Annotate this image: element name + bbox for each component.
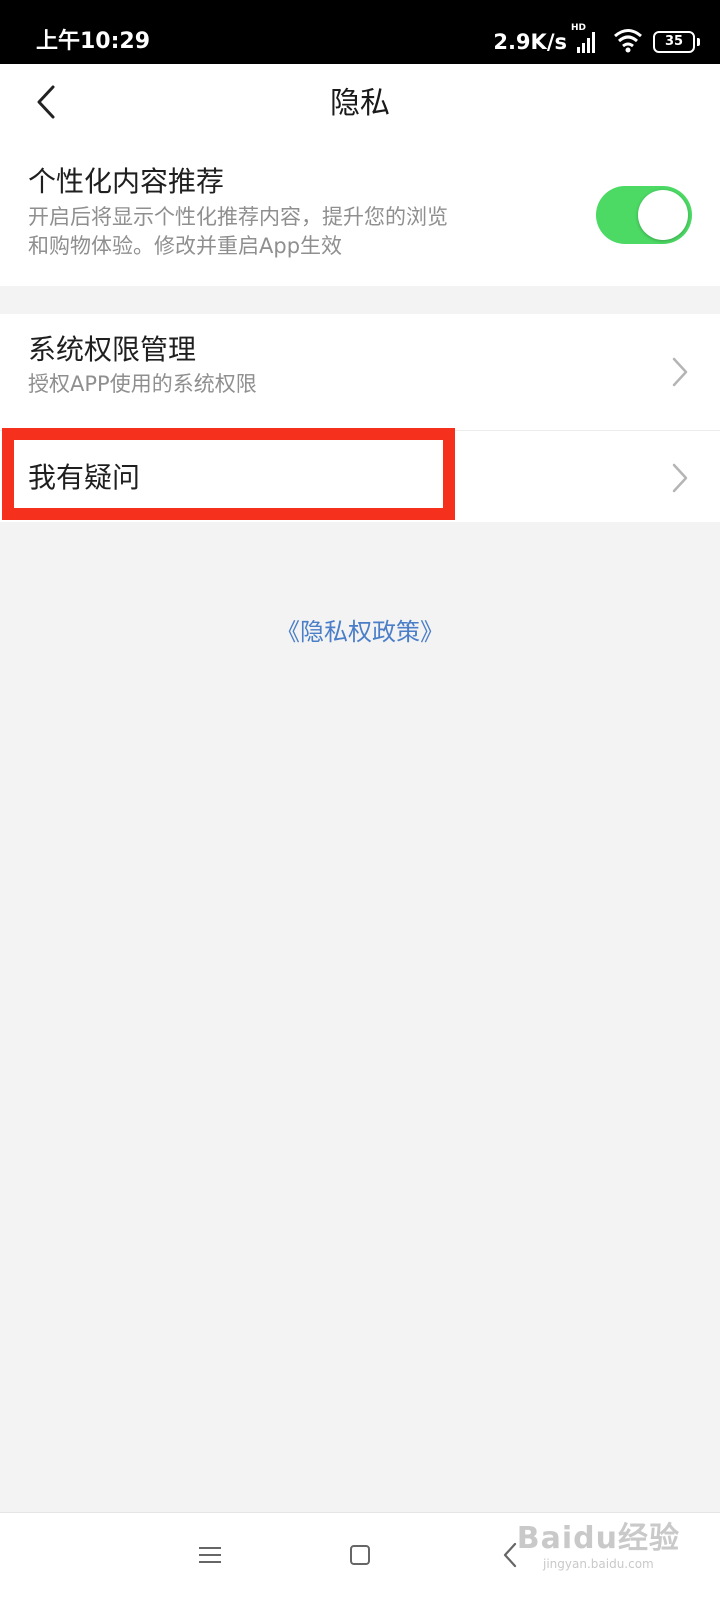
- personalization-description-line1: 开启后将显示个性化推荐内容，提升您的浏览: [28, 205, 448, 229]
- privacy-policy-link[interactable]: 《隐私权政策》: [0, 614, 720, 650]
- menu-icon: [197, 1544, 223, 1570]
- list-item-subtitle: 授权APP使用的系统权限: [28, 372, 257, 396]
- chevron-right-icon: [670, 462, 690, 494]
- personalization-description-line2: 和购物体验。修改并重启App生效: [28, 234, 343, 258]
- page-title: 隐私: [330, 86, 390, 121]
- personalization-toggle[interactable]: [596, 186, 692, 244]
- list-item-title: 系统权限管理: [28, 333, 197, 366]
- home-button[interactable]: [340, 1537, 380, 1577]
- status-time: 上午10:29: [36, 29, 151, 54]
- header: 隐私: [0, 64, 720, 144]
- watermark-logo: Baidu经验: [516, 1521, 680, 1556]
- home-icon: [348, 1543, 372, 1571]
- wifi-icon: [613, 27, 643, 57]
- personalization-title: 个性化内容推荐: [28, 165, 225, 198]
- menu-button[interactable]: [190, 1537, 230, 1577]
- status-bar: 上午10:29 2.9K/s HD 35: [0, 0, 720, 64]
- battery-tip: [697, 38, 700, 46]
- hd-label: HD: [571, 23, 587, 33]
- highlight-annotation: [2, 428, 455, 520]
- navigation-bar: Baidu经验 jingyan.baidu.com: [0, 1512, 720, 1601]
- list-item-system-permissions[interactable]: 系统权限管理 授权APP使用的系统权限: [0, 314, 720, 430]
- network-speed: 2.9K/s: [493, 30, 567, 54]
- signal-icon: HD: [571, 23, 601, 57]
- toggle-knob: [638, 190, 688, 240]
- battery-icon: 35: [653, 31, 695, 53]
- back-icon: [502, 1542, 518, 1572]
- status-indicators: 2.9K/s HD 35: [493, 23, 700, 58]
- watermark: Baidu经验 jingyan.baidu.com: [517, 1521, 680, 1571]
- chevron-right-icon: [670, 356, 690, 388]
- personalization-section: 个性化内容推荐 开启后将显示个性化推荐内容，提升您的浏览 和购物体验。修改并重启…: [0, 144, 720, 286]
- watermark-url: jingyan.baidu.com: [543, 1557, 654, 1571]
